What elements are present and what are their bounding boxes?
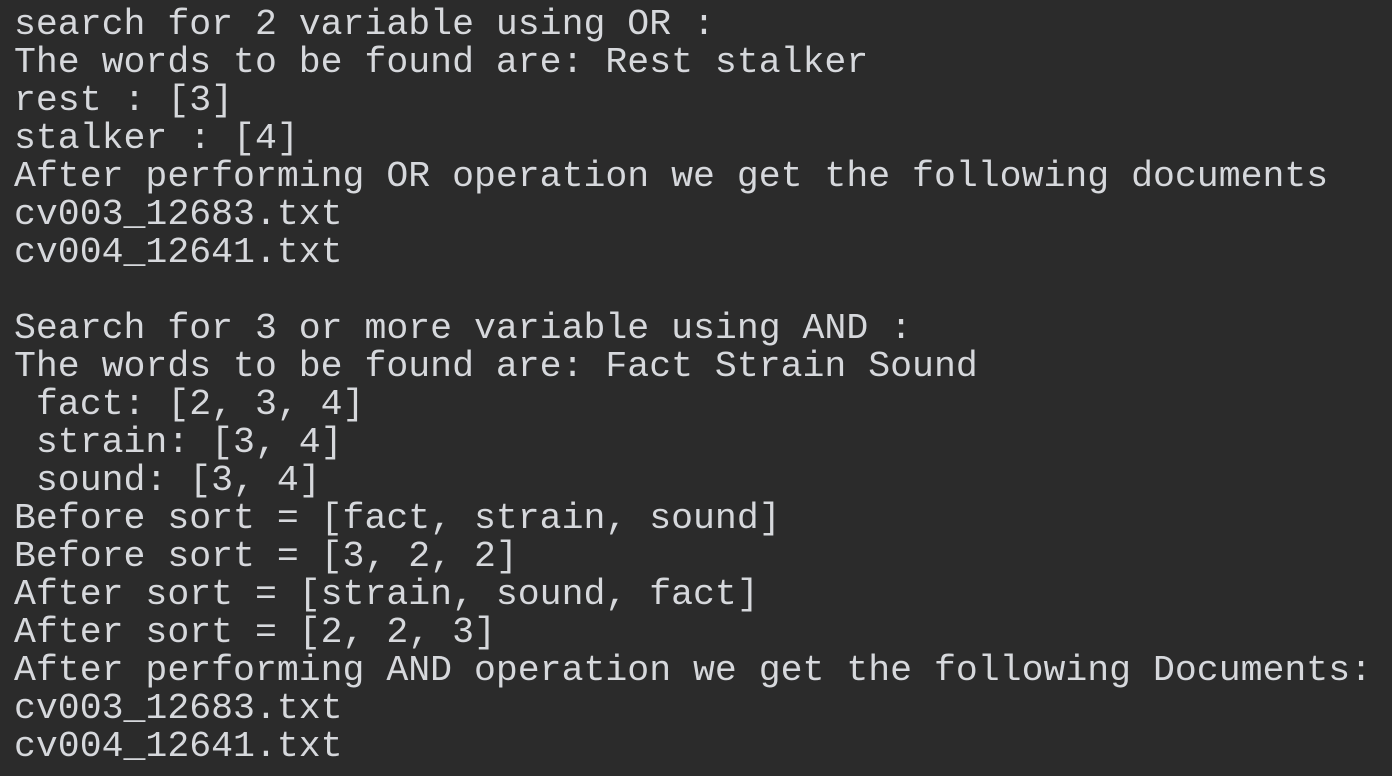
console-line: The words to be found are: Fact Strain S…	[14, 346, 978, 387]
console-line: After performing AND operation we get th…	[14, 650, 1373, 691]
console-output[interactable]: search for 2 variable using OR : The wor…	[0, 0, 1392, 776]
console-line: search for 2 variable using OR :	[14, 4, 715, 45]
console-line: cv003_12683.txt	[14, 194, 343, 235]
console-line: cv004_12641.txt	[14, 726, 343, 767]
console-line: cv004_12641.txt	[14, 232, 343, 273]
console-line: After performing OR operation we get the…	[14, 156, 1329, 197]
console-line: Before sort = [3, 2, 2]	[14, 536, 518, 577]
console-line: cv003_12683.txt	[14, 688, 343, 729]
console-line: The words to be found are: Rest stalker	[14, 42, 869, 83]
console-line: stalker : [4]	[14, 118, 299, 159]
console-line: strain: [3, 4]	[14, 422, 343, 463]
console-line: fact: [2, 3, 4]	[14, 384, 365, 425]
console-line: sound: [3, 4]	[14, 460, 321, 501]
console-line: Search for 3 or more variable using AND …	[14, 308, 913, 349]
console-line: Before sort = [fact, strain, sound]	[14, 498, 781, 539]
console-line: rest : [3]	[14, 80, 234, 121]
console-line: After sort = [2, 2, 3]	[14, 612, 496, 653]
console-line: After sort = [strain, sound, fact]	[14, 574, 759, 615]
